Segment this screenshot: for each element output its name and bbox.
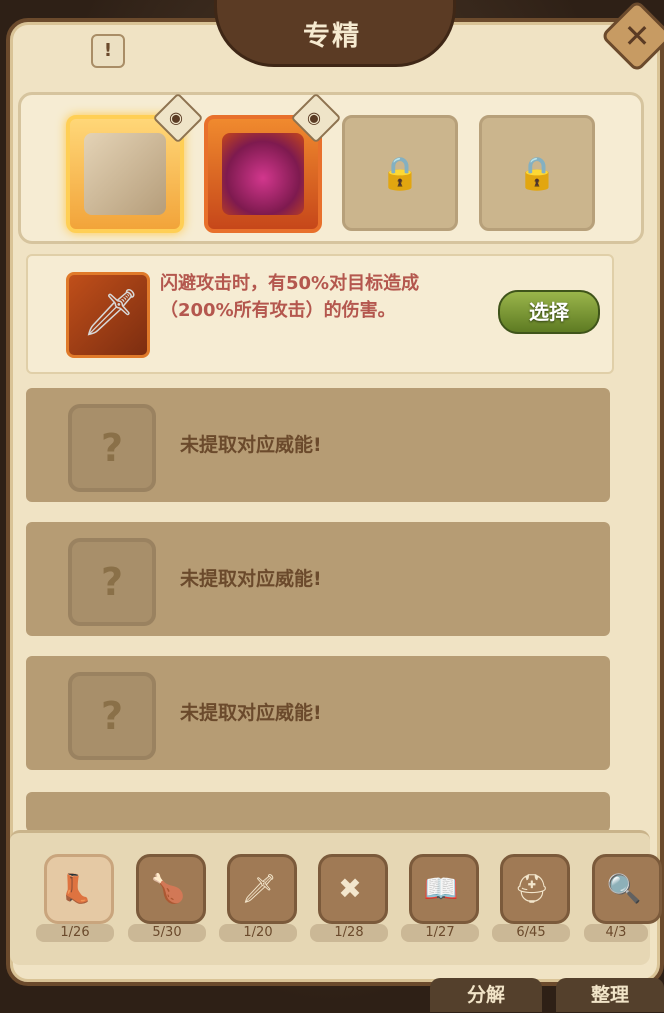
- category-count: 6/45: [492, 924, 570, 942]
- ability-description-line-1: 闪避攻击时，有50%对目标造成: [160, 273, 420, 294]
- specialization-slot-4[interactable]: 🔒: [479, 115, 595, 231]
- empty-ability-card: ? 未提取对应威能!: [26, 388, 610, 502]
- ability-description-line-2: （200%所有攻击）的伤害。: [160, 300, 396, 321]
- category-count: 5/30: [128, 924, 206, 942]
- book-icon[interactable]: 📖: [406, 854, 476, 924]
- eye-icon[interactable]: ◉: [296, 100, 332, 136]
- decompose-button[interactable]: 分解: [430, 978, 542, 1012]
- empty-ability-text: 未提取对应威能!: [180, 568, 322, 590]
- helmet-icon[interactable]: ⛑: [497, 854, 567, 924]
- info-button[interactable]: !: [91, 34, 125, 68]
- drumstick-icon[interactable]: 🍗: [133, 854, 203, 924]
- dagger-icon: 🗡: [82, 285, 141, 339]
- empty-ability-card: ? 未提取对应威能!: [26, 522, 610, 636]
- lock-icon: 🔒: [517, 154, 557, 192]
- page-title: 专精: [303, 21, 361, 52]
- sword-icon[interactable]: 🗡: [224, 854, 294, 924]
- magnifier-icon[interactable]: 🔍: [589, 854, 659, 924]
- category-count: 1/26: [36, 924, 114, 942]
- shield-icon[interactable]: ✖: [315, 854, 385, 924]
- empty-ability-text: 未提取对应威能!: [180, 702, 322, 724]
- close-icon[interactable]: ✕: [611, 10, 663, 62]
- eye-icon[interactable]: ◉: [158, 100, 194, 136]
- select-button[interactable]: 选择: [498, 290, 600, 334]
- lock-icon: 🔒: [380, 154, 420, 192]
- specialization-slot-3[interactable]: 🔒: [342, 115, 458, 231]
- category-count: 4/3: [584, 924, 648, 942]
- category-count: 1/28: [310, 924, 388, 942]
- category-count: 1/27: [401, 924, 479, 942]
- empty-ability-text: 未提取对应威能!: [180, 434, 322, 456]
- category-count: 1/20: [219, 924, 297, 942]
- stone-pillar-art: [84, 133, 166, 215]
- crystal-feathers-art: [222, 133, 304, 215]
- question-icon: ?: [68, 672, 156, 760]
- ability-description: 闪避攻击时，有50%对目标造成 （200%所有攻击）的伤害。: [160, 270, 490, 324]
- empty-ability-card: ? 未提取对应威能!: [26, 656, 610, 770]
- question-icon: ?: [68, 404, 156, 492]
- empty-ability-card-partial: [26, 792, 610, 832]
- organize-button[interactable]: 整理: [556, 978, 664, 1012]
- question-icon: ?: [68, 538, 156, 626]
- boot-icon[interactable]: 👢: [41, 854, 111, 924]
